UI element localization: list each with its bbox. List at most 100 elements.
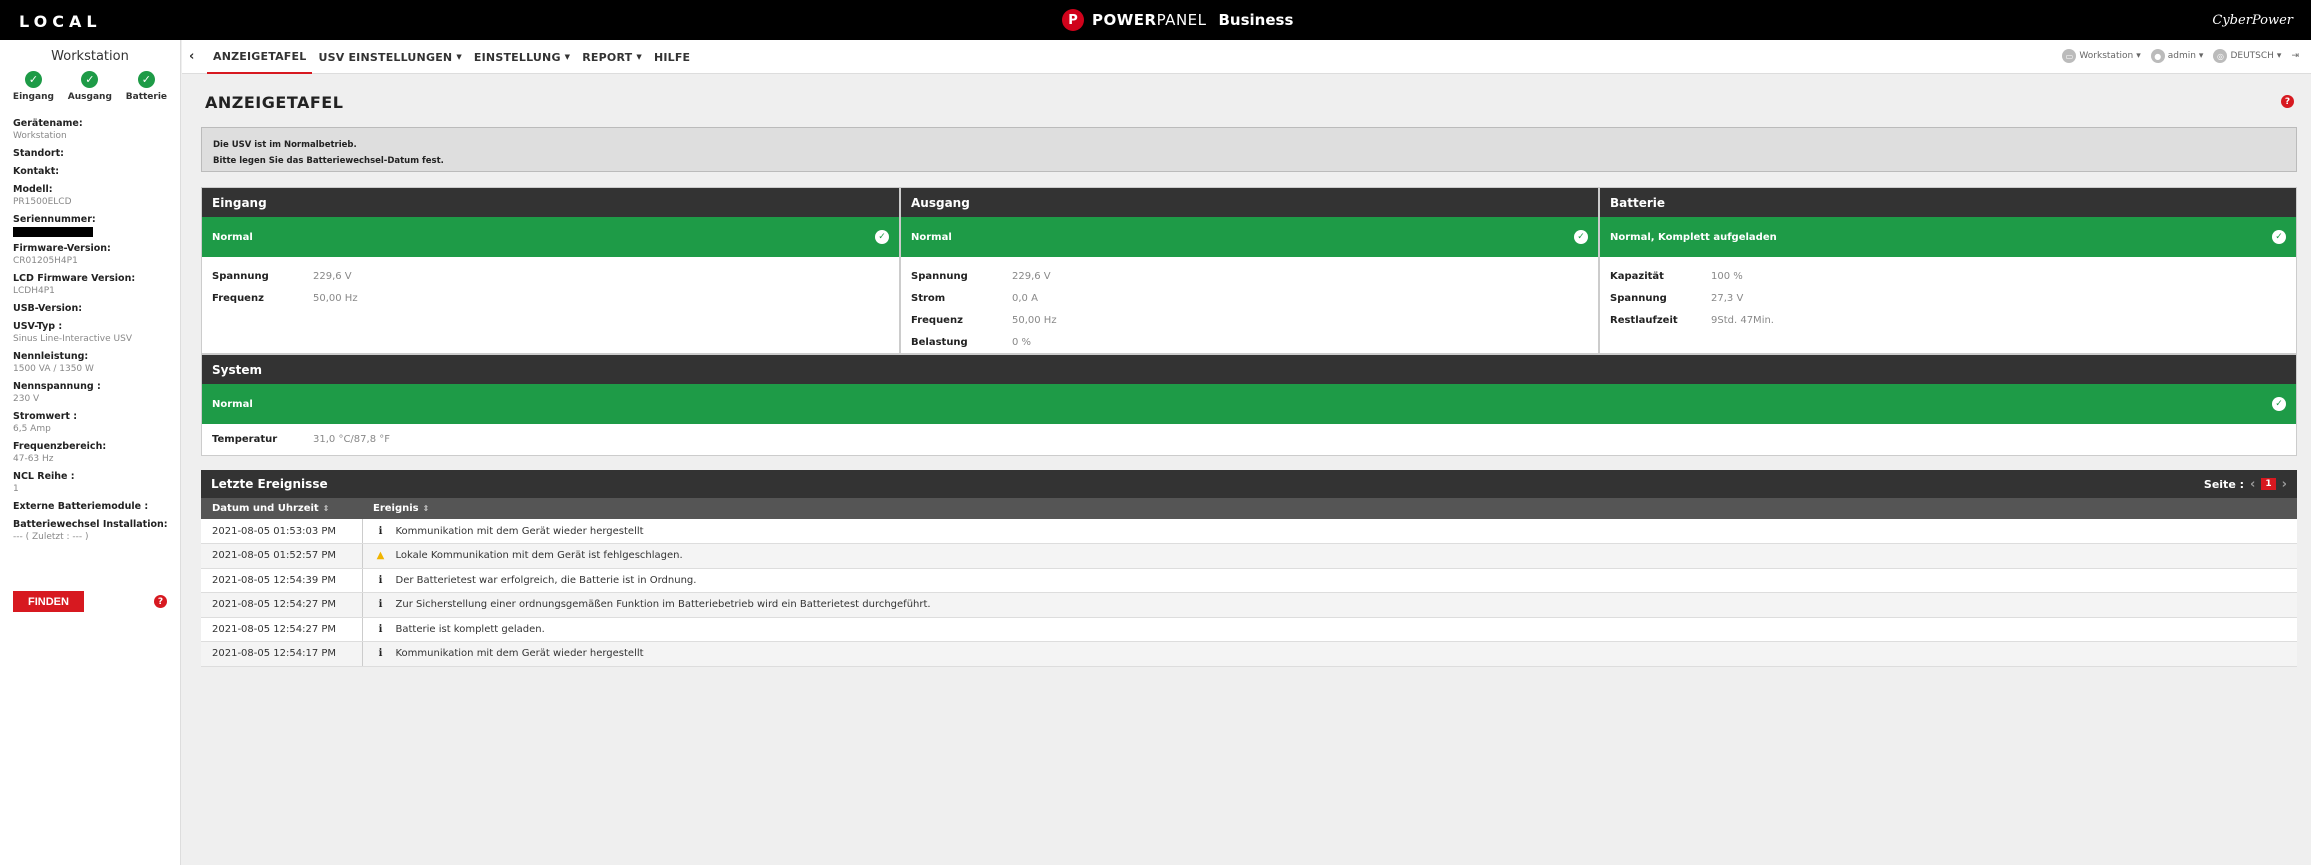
events-header: Letzte Ereignisse Seite : ‹ 1 › bbox=[201, 470, 2297, 498]
check-icon: ✓ bbox=[81, 71, 99, 88]
logout-icon[interactable]: ⇥ bbox=[2291, 51, 2299, 61]
chevron-right-icon[interactable]: › bbox=[2282, 477, 2287, 492]
chevron-left-icon[interactable]: ‹ bbox=[2250, 477, 2255, 492]
pager: Seite : ‹ 1 › bbox=[2203, 476, 2287, 492]
info-ncl-reihe: NCL Reihe : 1 bbox=[13, 471, 75, 494]
info-icon: i bbox=[378, 525, 383, 537]
panel-title: Batterie bbox=[1600, 188, 2296, 217]
brand: P POWERPANEL Business bbox=[1062, 9, 1293, 31]
info-usb-version: USB-Version: bbox=[13, 303, 83, 314]
tab-report[interactable]: REPORT ▼ bbox=[576, 40, 648, 74]
user-menu[interactable]: ● admin ▾ bbox=[2150, 49, 2204, 63]
caret-down-icon: ▾ bbox=[2136, 51, 2141, 61]
caret-down-icon: ▼ bbox=[564, 53, 571, 61]
vendor-logo: CyberPower bbox=[2212, 13, 2293, 28]
check-icon: ✓ bbox=[1574, 230, 1588, 244]
caret-down-icon: ▼ bbox=[636, 53, 642, 61]
serial-redacted bbox=[13, 227, 93, 237]
status-notice: Die USV ist im Normalbetrieb. Bitte lege… bbox=[201, 127, 2297, 172]
metric-row: Belastung 0 % bbox=[911, 336, 1032, 348]
panel-status: Normal ✓ bbox=[202, 384, 2296, 424]
tab-anzeigetafel[interactable]: ANZEIGETAFEL bbox=[207, 40, 313, 74]
info-batteriewechsel: Batteriewechsel Installation: --- ( Zule… bbox=[13, 519, 168, 542]
info-nennleistung: Nennleistung: 1500 VA / 1350 W bbox=[13, 351, 94, 374]
metric-row: Frequenz 50,00 Hz bbox=[911, 314, 1057, 326]
brand-edition: Business bbox=[1218, 11, 1294, 29]
info-icon: i bbox=[378, 574, 383, 586]
page-number-current[interactable]: 1 bbox=[2261, 478, 2276, 490]
find-button[interactable]: FINDEN bbox=[13, 591, 84, 612]
metric-row: Kapazität 100 % bbox=[1610, 270, 1743, 282]
top-bar: LOCAL P POWERPANEL Business CyberPower bbox=[0, 0, 2311, 40]
main-nav: ‹ ANZEIGETAFEL USV EINSTELLUNGEN ▼ EINSTE… bbox=[182, 40, 2311, 74]
device-title: Workstation bbox=[51, 49, 129, 64]
table-row: 2021-08-05 01:52:57 PM ▲ Lokale Kommunika… bbox=[201, 543, 2297, 569]
metric-row: Spannung 229,6 V bbox=[911, 270, 1051, 282]
info-kontakt: Kontakt: bbox=[13, 166, 60, 177]
metric-row: Spannung 229,6 V bbox=[212, 270, 352, 282]
recent-events: Letzte Ereignisse Seite : ‹ 1 › Datum un… bbox=[201, 470, 2297, 667]
events-table: Datum und Uhrzeit ⇕ Ereignis ⇕ 2021-08-05 … bbox=[201, 498, 2297, 667]
panel-status: Normal ✓ bbox=[202, 217, 899, 257]
sidebar: Workstation ✓ Eingang ✓ Ausgang ✓ Batter… bbox=[0, 40, 181, 865]
check-icon: ✓ bbox=[2272, 397, 2286, 411]
metric-row: Frequenz 50,00 Hz bbox=[212, 292, 358, 304]
globe-icon: ◎ bbox=[2213, 49, 2228, 63]
info-usv-typ: USV-Typ : Sinus Line-Interactive USV bbox=[13, 321, 132, 344]
help-icon[interactable]: ? bbox=[2281, 95, 2294, 108]
info-externe-batteriemodule: Externe Batteriemodule : bbox=[13, 501, 149, 512]
local-label: LOCAL bbox=[19, 12, 102, 31]
info-modell: Modell: PR1500ELCD bbox=[13, 184, 72, 207]
table-row: 2021-08-05 12:54:39 PM i Der Batterietest… bbox=[201, 568, 2297, 593]
collapse-sidebar-icon[interactable]: ‹ bbox=[189, 49, 194, 64]
page-title: ANZEIGETAFEL bbox=[205, 93, 344, 112]
table-row: 2021-08-05 12:54:27 PM i Zur Sicherstellu… bbox=[201, 592, 2297, 618]
panel-title: Ausgang bbox=[901, 188, 1598, 217]
tab-hilfe[interactable]: HILFE bbox=[648, 40, 696, 74]
panel-ausgang: Ausgang Normal ✓ Spannung 229,6 V Strom 0,… bbox=[900, 187, 1599, 354]
brand-name: POWERPANEL bbox=[1092, 11, 1207, 29]
status-icons: ✓ Eingang ✓ Ausgang ✓ Batterie bbox=[0, 71, 180, 102]
info-icon: i bbox=[378, 648, 383, 660]
panel-status: Normal ✓ bbox=[901, 217, 1598, 257]
metric-row: Temperatur 31,0 °C/87,8 °F bbox=[212, 433, 390, 445]
table-row: 2021-08-05 12:54:17 PM i Kommunikation mi… bbox=[201, 641, 2297, 667]
device-menu[interactable]: ▭ Workstation ▾ bbox=[2062, 49, 2141, 63]
check-icon: ✓ bbox=[24, 71, 42, 88]
check-icon: ✓ bbox=[875, 230, 889, 244]
info-standort: Standort: bbox=[13, 148, 64, 159]
info-frequenzbereich: Frequenzbereich: 47-63 Hz bbox=[13, 441, 107, 464]
language-menu[interactable]: ◎ DEUTSCH ▾ bbox=[2213, 49, 2281, 63]
help-icon[interactable]: ? bbox=[154, 595, 167, 608]
info-nennspannung: Nennspannung : 230 V bbox=[13, 381, 101, 404]
col-header-date[interactable]: Datum und Uhrzeit ⇕ bbox=[201, 498, 362, 519]
info-icon: i bbox=[378, 599, 383, 611]
panel-system: System Normal ✓ Temperatur 31,0 °C/87,8 °… bbox=[201, 354, 2297, 456]
col-header-event[interactable]: Ereignis ⇕ bbox=[362, 498, 2297, 519]
table-row: 2021-08-05 01:53:03 PM i Kommunikation mi… bbox=[201, 519, 2297, 544]
device-info-list: Gerätename: Workstation Standort: Kontak… bbox=[0, 117, 180, 543]
nav-right: ▭ Workstation ▾ ● admin ▾ ◎ DEUTSCH ▾ ⇥ bbox=[2062, 49, 2299, 63]
panel-batterie: Batterie Normal, Komplett aufgeladen ✓ K… bbox=[1599, 187, 2297, 354]
user-icon: ● bbox=[2150, 49, 2165, 63]
info-firmware: Firmware-Version: CR01205H4P1 bbox=[13, 243, 111, 266]
warning-icon: ▲ bbox=[376, 550, 385, 562]
caret-down-icon: ▾ bbox=[2276, 51, 2282, 61]
info-seriennummer: Seriennummer: bbox=[13, 213, 180, 237]
info-geraetename: Gerätename: Workstation bbox=[13, 118, 83, 141]
check-icon: ✓ bbox=[137, 71, 155, 88]
sort-icon: ⇕ bbox=[422, 504, 430, 513]
sort-icon: ⇕ bbox=[322, 504, 330, 513]
status-ausgang: ✓ Ausgang bbox=[67, 71, 112, 102]
caret-down-icon: ▾ bbox=[2198, 51, 2204, 61]
nav-tabs: ANZEIGETAFEL USV EINSTELLUNGEN ▼ EINSTELL… bbox=[207, 40, 696, 74]
monitor-icon: ▭ bbox=[2062, 49, 2077, 63]
panel-title: System bbox=[202, 355, 2296, 384]
metric-row: Restlaufzeit 9Std. 47Min. bbox=[1610, 314, 1774, 326]
tab-einstellung[interactable]: EINSTELLUNG ▼ bbox=[468, 40, 576, 74]
metric-row: Strom 0,0 A bbox=[911, 292, 1038, 304]
powerpanel-logo-icon: P bbox=[1062, 9, 1084, 31]
table-row: 2021-08-05 12:54:27 PM i Batterie ist kom… bbox=[201, 617, 2297, 642]
info-lcd-firmware: LCD Firmware Version: LCDH4P1 bbox=[13, 273, 136, 296]
tab-usv-einstellungen[interactable]: USV EINSTELLUNGEN ▼ bbox=[312, 40, 467, 74]
